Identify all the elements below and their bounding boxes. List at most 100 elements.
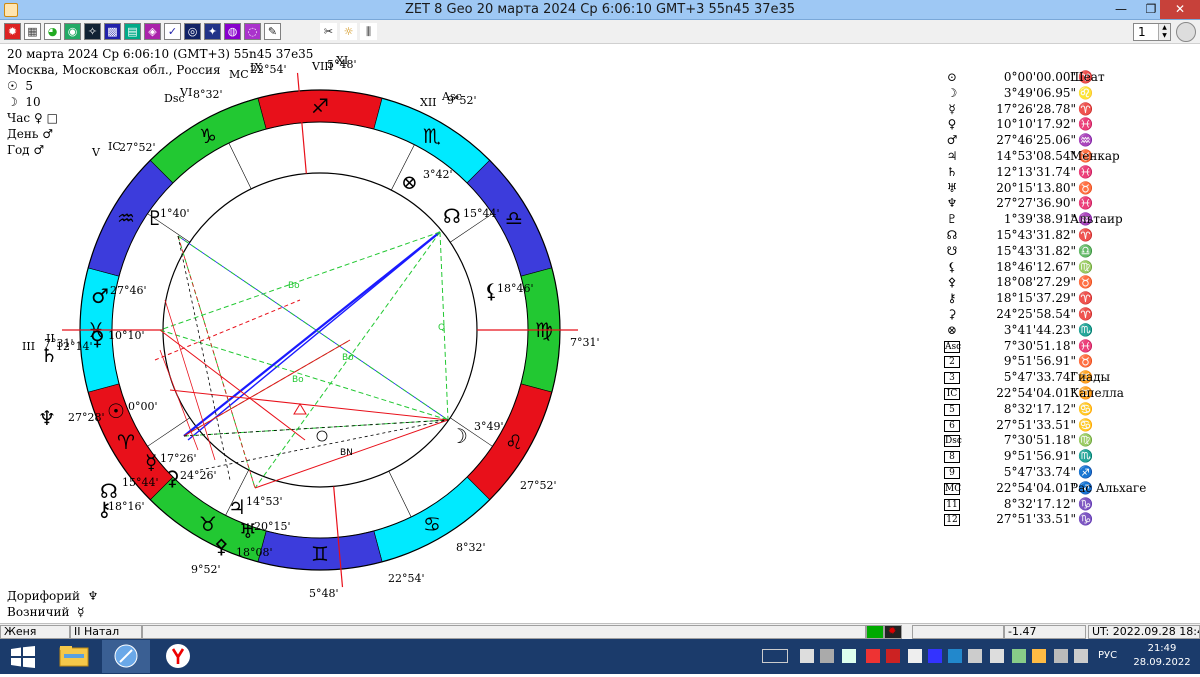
planet-row[interactable]: ☿ 17°26'28.78" ♈ — [940, 102, 1195, 118]
planet-row[interactable]: ♄ 12°13'31.74" ♓ — [940, 165, 1195, 181]
planet-row[interactable]: ☊ 15°43'31.82" ♈ — [940, 228, 1195, 244]
planet-row[interactable]: ♀ 10°10'17.92" ♓ — [940, 117, 1195, 133]
wrench-icon[interactable]: ✂ — [320, 23, 337, 40]
planet-degree: 18°08'27.29" — [996, 275, 1076, 290]
clock[interactable]: 21:49 28.09.2022 — [1128, 642, 1196, 670]
tray-app-icon[interactable] — [948, 649, 962, 663]
planet-glyph: 8 — [944, 451, 960, 464]
natal-chart-wheel[interactable]: ♐♏♎♍♌♋♊♉♈♓♒♑ MCIX VIII XIXII AscDscVIV ICIII… — [0, 44, 640, 622]
planet-row[interactable]: ♆ 27°27'36.90" ♓ — [940, 196, 1195, 212]
tools-icon[interactable]: ◍ — [224, 23, 241, 40]
planet-row[interactable]: 9 5°47'33.74" ♐ — [940, 465, 1195, 481]
planet-glyph: ⚷ — [947, 291, 957, 306]
grid-icon[interactable]: ▩ — [104, 23, 121, 40]
planet-glyph: 3 — [944, 372, 960, 385]
zodiac-sign-icon: ♏ — [423, 124, 441, 148]
globe-icon[interactable]: ◕ — [44, 23, 61, 40]
planet-row[interactable]: ⚸ 18°46'12.67" ♍ — [940, 260, 1195, 276]
planet-glyph: ⚴ — [947, 275, 957, 290]
planet-sign-icon: ♈ — [1078, 291, 1093, 306]
close-button[interactable]: ✕ — [1160, 0, 1200, 19]
tray-app-icon[interactable] — [842, 649, 856, 663]
planet-degree: 27°46'25.06" — [996, 133, 1076, 148]
planet-degree-label: 17°26' — [160, 452, 197, 465]
star-icon[interactable]: ✦ — [204, 23, 221, 40]
spinner-arrows-icon[interactable]: ▲ ▼ — [1158, 24, 1170, 40]
page-spinner[interactable]: 1 ▲ ▼ — [1133, 23, 1171, 41]
planet-row[interactable]: ☋ 15°43'31.82" ♎ — [940, 244, 1195, 260]
planet-row[interactable]: ♅ 20°15'13.80" ♉ — [940, 181, 1195, 197]
tray-app-icon[interactable] — [866, 649, 880, 663]
planet-glyph-icon: ♆ — [38, 406, 56, 430]
planet-row[interactable]: MC 22°54'04.01" ♐ Рас Альхаге — [940, 481, 1195, 497]
document-icon[interactable]: ⫼ — [360, 23, 377, 40]
yandex-browser-icon[interactable] — [154, 640, 202, 673]
tray-app-icon[interactable] — [990, 649, 1004, 663]
planet-glyph: ♅ — [946, 180, 958, 195]
wheel-button-icon[interactable] — [1176, 22, 1196, 42]
planet-glyph: IC — [944, 387, 960, 400]
planet-row[interactable]: ♂ 27°46'25.06" ♒ — [940, 133, 1195, 149]
settings-icon[interactable]: ◌ — [244, 23, 261, 40]
planet-glyph: ♇ — [946, 212, 958, 227]
planet-glyph: ⚸ — [947, 259, 957, 274]
language-indicator[interactable]: РУС — [1098, 650, 1117, 661]
bluetooth-icon[interactable] — [928, 649, 942, 663]
planet-sign-icon: ♉ — [1078, 354, 1093, 369]
battery-icon[interactable] — [1012, 649, 1026, 663]
planet-degree-label: 1°40' — [160, 207, 190, 220]
planet-glyph: 2 — [944, 356, 960, 369]
status-mode[interactable]: II Натал — [70, 625, 142, 639]
planet-row[interactable]: Asc 7°30'51.18" ♓ — [940, 339, 1195, 355]
circle-icon[interactable]: ◎ — [184, 23, 201, 40]
planet-row[interactable]: 11 8°32'17.12" ♑ — [940, 497, 1195, 513]
file-explorer-icon[interactable] — [50, 640, 98, 673]
planet-row[interactable]: IC 22°54'04.01" ♊ Капелла — [940, 386, 1195, 402]
heart-icon[interactable]: ◈ — [144, 23, 161, 40]
tray-app-icon[interactable] — [1032, 649, 1046, 663]
planet-row[interactable]: ⊙ 0°00'00.00" ♈ Шеат — [940, 70, 1195, 86]
zet-app-icon[interactable] — [102, 640, 150, 673]
planet-row[interactable]: Dsc 7°30'51.18" ♍ — [940, 433, 1195, 449]
planet-row[interactable]: ☽ 3°49'06.95" ♌ — [940, 86, 1195, 102]
green-indicator-icon[interactable] — [866, 625, 884, 639]
planet-row[interactable]: ⊗ 3°41'44.23" ♏ — [940, 323, 1195, 339]
planet-row[interactable]: 6 27°51'33.51" ♋ — [940, 418, 1195, 434]
lightbulb-icon[interactable]: ☼ — [340, 23, 357, 40]
minimize-button[interactable]: — — [1106, 0, 1136, 19]
book-icon[interactable]: ▤ — [124, 23, 141, 40]
tray-app-icon[interactable] — [886, 649, 900, 663]
planet-row[interactable]: 2 9°51'56.91" ♉ — [940, 354, 1195, 370]
tray-app-icon[interactable] — [800, 649, 814, 663]
red-star-icon[interactable]: ✹ — [884, 625, 902, 639]
title-bar: ZET 8 Geo 20 марта 2024 Ср 6:06:10 GMT+3… — [0, 0, 1200, 20]
earth-icon[interactable]: ◉ — [64, 23, 81, 40]
tray-app-icon[interactable] — [820, 649, 834, 663]
target-icon[interactable]: ✓ — [164, 23, 181, 40]
volume-icon[interactable] — [1074, 649, 1088, 663]
zodiac-sign-icon: ♐ — [311, 94, 329, 118]
planet-row[interactable]: 8 9°51'56.91" ♏ — [940, 449, 1195, 465]
calendar-icon[interactable]: ✎ — [264, 23, 281, 40]
planet-row[interactable]: ⚳ 24°25'58.54" ♈ — [940, 307, 1195, 323]
keyboard-icon[interactable] — [762, 649, 788, 663]
table-icon[interactable]: ▦ — [24, 23, 41, 40]
tray-app-icon[interactable] — [908, 649, 922, 663]
planet-glyph: Asc — [944, 340, 962, 353]
planet-glyph: ♀ — [947, 117, 957, 132]
windows-start-icon[interactable] — [10, 646, 36, 668]
planet-row[interactable]: ⚷ 18°15'37.29" ♈ — [940, 291, 1195, 307]
chart-icon[interactable]: ✧ — [84, 23, 101, 40]
sun-icon[interactable]: ✹ — [4, 23, 21, 40]
house-cusp-label: VI — [179, 86, 192, 99]
planet-row[interactable]: 5 8°32'17.12" ♋ — [940, 402, 1195, 418]
planet-row[interactable]: 3 5°47'33.74" ♊ Гиады — [940, 370, 1195, 386]
wifi-icon[interactable] — [1054, 649, 1068, 663]
planet-degree-label: 24°26' — [180, 469, 217, 482]
planet-row[interactable]: ⚴ 18°08'27.29" ♉ — [940, 275, 1195, 291]
planet-row[interactable]: 12 27°51'33.51" ♑ — [940, 512, 1195, 528]
planet-row[interactable]: ♇ 1°39'38.91" ♒ Альтаир — [940, 212, 1195, 228]
tray-app-icon[interactable] — [968, 649, 982, 663]
planet-glyph: 5 — [944, 403, 960, 416]
planet-row[interactable]: ♃ 14°53'08.54" ♉ Менкар — [940, 149, 1195, 165]
